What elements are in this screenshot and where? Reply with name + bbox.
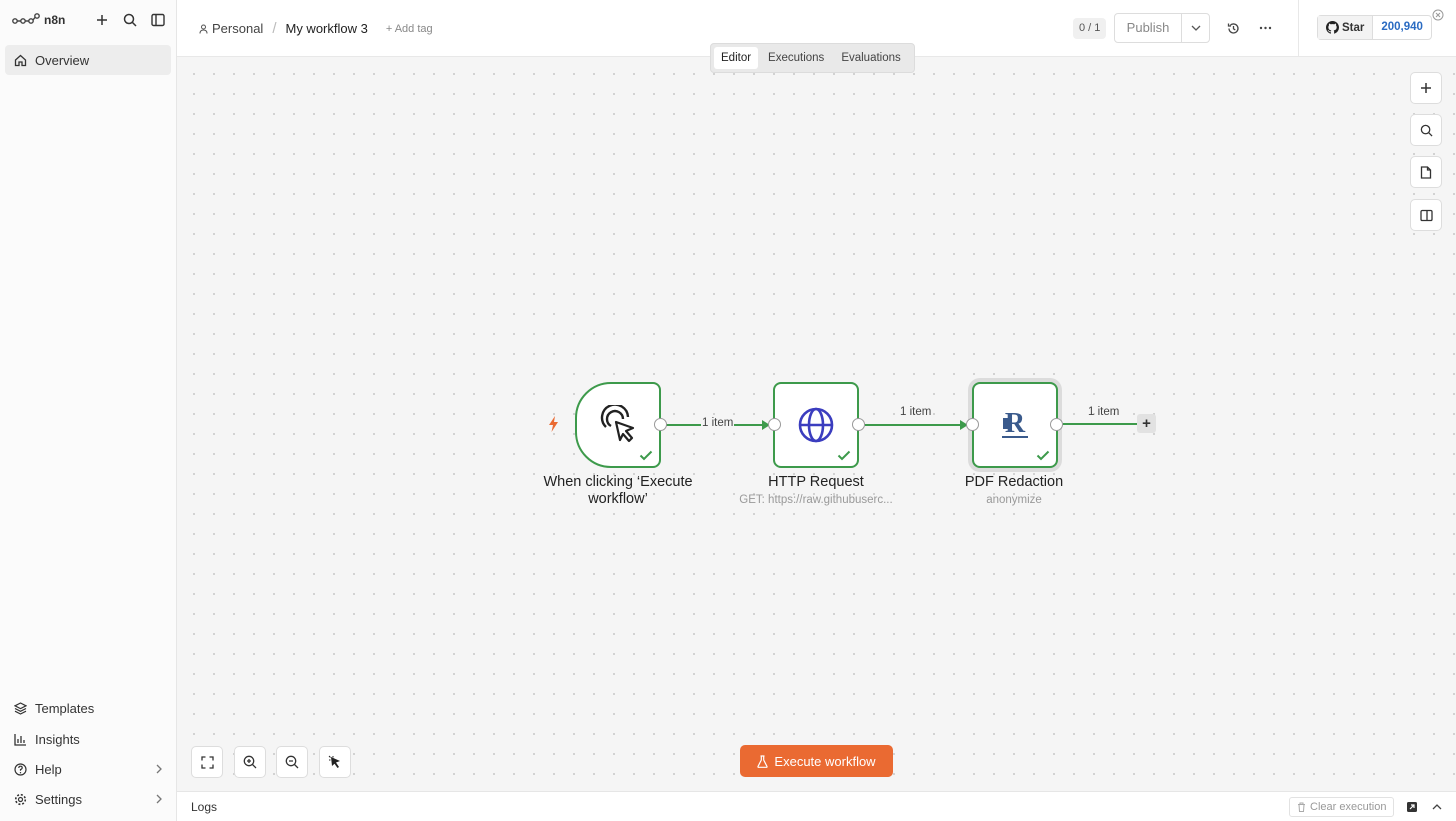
node-subtitle: GET: https://raw.githubuserc... [739, 494, 893, 506]
add-icon[interactable] [93, 11, 111, 29]
chevron-right-icon [156, 794, 162, 804]
workflow-canvas[interactable]: Editor Executions Evaluations 1 item 1 i… [177, 43, 1456, 791]
output-handle[interactable] [654, 418, 667, 431]
redaction-logo-icon: R [1002, 409, 1028, 439]
github-icon [1326, 21, 1339, 34]
breadcrumb-separator: / [272, 20, 277, 37]
sidebar-item-label: Templates [35, 700, 95, 716]
execute-workflow-label: Execute workflow [774, 753, 876, 769]
logs-panel: Logs Clear execution [177, 791, 1456, 821]
node-manual-trigger[interactable] [575, 382, 661, 468]
active-counter: 0 / 1 [1073, 18, 1107, 39]
flask-icon [757, 754, 769, 768]
sidebar: n8n Overview Templates Insights Help Set… [0, 0, 177, 821]
more-options-icon[interactable] [1256, 19, 1274, 37]
templates-icon [13, 701, 27, 715]
publish-dropdown[interactable] [1182, 14, 1209, 42]
tidy-up-icon [328, 755, 340, 768]
header-divider [1298, 0, 1299, 57]
insights-icon [13, 732, 27, 746]
connection-2[interactable] [865, 420, 968, 430]
settings-icon [13, 792, 27, 806]
clear-execution-button[interactable]: Clear execution [1289, 797, 1395, 817]
chevron-right-icon [156, 764, 162, 774]
chevron-down-icon [1191, 25, 1200, 31]
globe-icon [798, 407, 834, 443]
trigger-bolt-icon [549, 416, 558, 432]
close-icon[interactable] [1432, 9, 1444, 21]
node-pdf-redaction[interactable]: R [972, 382, 1058, 468]
node-title: HTTP Request [768, 474, 864, 490]
n8n-logo-icon [12, 13, 40, 24]
tidy-up-button[interactable] [319, 746, 351, 778]
github-star-label: Star [1342, 21, 1365, 34]
chevron-up-icon[interactable] [1430, 800, 1443, 813]
pop-out-icon[interactable] [1405, 800, 1418, 813]
input-handle[interactable] [768, 418, 781, 431]
search-icon[interactable] [121, 11, 139, 29]
fit-view-button[interactable] [191, 746, 223, 778]
sidebar-item-label: Insights [35, 731, 80, 747]
home-icon [13, 53, 27, 67]
clear-execution-label: Clear execution [1310, 801, 1387, 813]
sidebar-item-templates[interactable]: Templates [5, 693, 171, 723]
edge-label: 1 item [900, 406, 932, 418]
sidebar-item-help[interactable]: Help [5, 754, 171, 784]
project-link[interactable]: Personal [212, 21, 263, 36]
success-check-icon [639, 450, 653, 461]
github-star-button[interactable]: Star [1318, 16, 1374, 39]
sidebar-item-label: Overview [35, 52, 90, 68]
trash-icon [1298, 802, 1305, 812]
sidebar-item-label: Help [35, 761, 62, 777]
github-star-count[interactable]: 200,940 [1373, 16, 1431, 39]
zoom-out-button[interactable] [276, 746, 308, 778]
output-handle[interactable] [1050, 418, 1063, 431]
edge-label: 1 item [1088, 406, 1120, 418]
input-handle[interactable] [966, 418, 979, 431]
person-icon [199, 24, 208, 34]
add-next-node-button[interactable]: + [1137, 414, 1156, 433]
sidebar-item-overview[interactable]: Overview [5, 45, 171, 75]
svg-text:R: R [1005, 409, 1026, 439]
add-tag-button[interactable]: + Add tag [386, 23, 433, 35]
workflow-name[interactable]: My workflow 3 [285, 21, 367, 36]
publish-button-group: Publish [1114, 13, 1210, 43]
sidebar-item-label: Settings [35, 791, 82, 807]
zoom-in-button[interactable] [234, 746, 266, 778]
edge-label: 1 item [701, 417, 735, 429]
node-title: When clicking ‘Execute workflow’ [543, 474, 693, 507]
breadcrumb: Personal / My workflow 3 + Add tag [199, 20, 433, 37]
success-check-icon [837, 450, 851, 461]
node-title: PDF Redaction [964, 474, 1064, 490]
sidebar-item-settings[interactable]: Settings [5, 784, 171, 814]
help-icon [13, 762, 27, 776]
zoom-in-icon [243, 755, 257, 769]
n8n-logo[interactable]: n8n [12, 10, 65, 30]
cursor-click-icon [600, 405, 635, 443]
execute-workflow-button[interactable]: Execute workflow [740, 745, 893, 777]
publish-button[interactable]: Publish [1115, 14, 1182, 42]
app-name: n8n [44, 13, 66, 27]
sidebar-item-insights[interactable]: Insights [5, 724, 171, 754]
node-subtitle: anonymize [986, 494, 1042, 506]
fit-view-icon [200, 755, 214, 769]
output-handle[interactable] [852, 418, 865, 431]
zoom-out-icon [285, 755, 299, 769]
github-star-widget[interactable]: Star 200,940 [1317, 15, 1432, 40]
history-icon[interactable] [1224, 19, 1242, 37]
collapse-sidebar-icon[interactable] [149, 11, 167, 29]
logs-title[interactable]: Logs [191, 800, 217, 814]
success-check-icon [1036, 450, 1050, 461]
node-http-request[interactable] [773, 382, 859, 468]
